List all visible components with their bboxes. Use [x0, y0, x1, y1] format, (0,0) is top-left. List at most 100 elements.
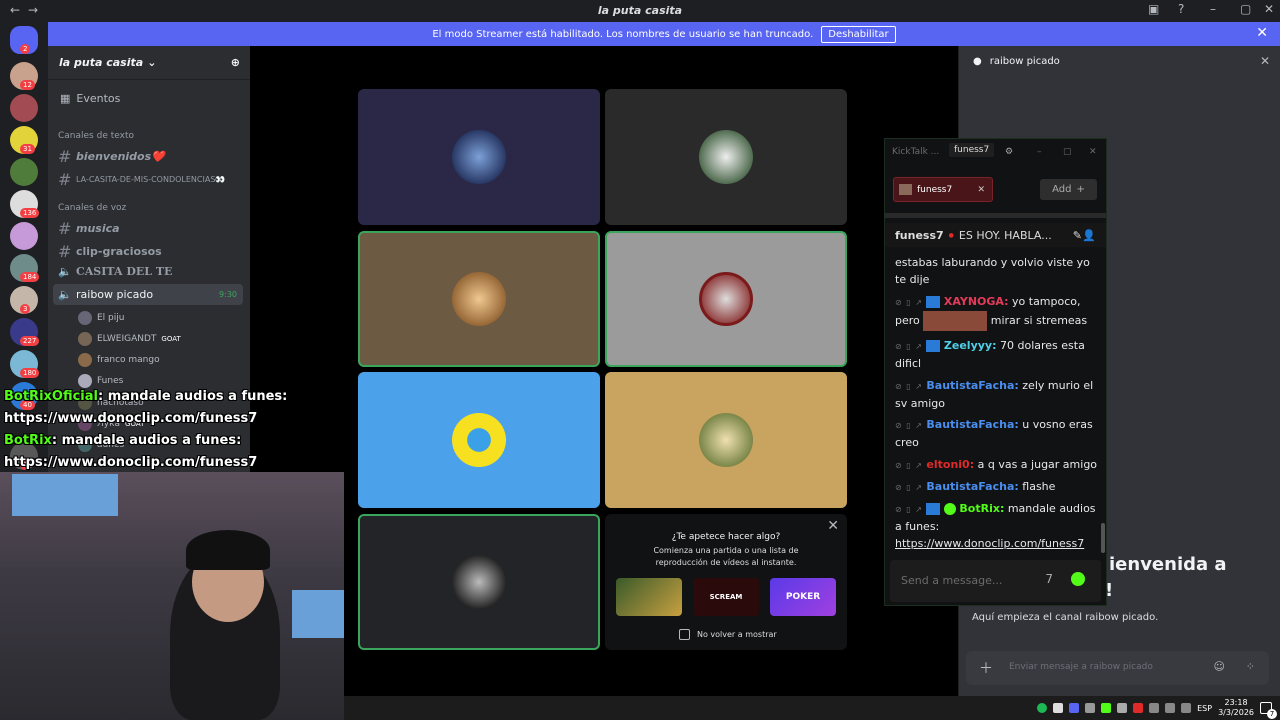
avatar — [452, 130, 506, 184]
guild-header[interactable]: la puta casita ⌄ ⊕ — [48, 46, 250, 80]
wifi-icon[interactable] — [1165, 703, 1176, 713]
participant-tile-speaking[interactable] — [358, 514, 600, 650]
close-icon[interactable]: ✕ — [977, 185, 985, 195]
events-item[interactable]: ▦ Eventos — [60, 92, 120, 105]
inbox-icon[interactable]: ▣ — [1148, 2, 1159, 16]
participant-tile[interactable] — [605, 89, 847, 225]
channel-name: bienvenidos❤️ — [76, 150, 165, 163]
channel-clip-graciosos[interactable]: # clip-graciosos — [58, 242, 162, 261]
emoji-icon[interactable]: ☺ — [1214, 660, 1225, 673]
message-actions-icon[interactable]: ⊘ ▯ ↗ — [895, 342, 923, 351]
chat-username[interactable]: BautistaFacha: — [926, 418, 1018, 431]
channel-musica[interactable]: # musica — [58, 219, 120, 238]
steam-icon[interactable] — [1149, 703, 1160, 713]
channel-raibow-picado[interactable]: 🔈 raibow picado 9:30 — [53, 284, 243, 305]
spotify-icon[interactable] — [1037, 703, 1048, 713]
server-icon[interactable] — [10, 222, 38, 250]
chat-username[interactable]: Zeelyyy: — [944, 339, 997, 352]
kick-icon[interactable] — [1101, 703, 1112, 713]
message-actions-icon[interactable]: ⊘ ▯ ↗ — [895, 461, 923, 470]
pin-icon[interactable]: ✎ — [1073, 229, 1082, 242]
message-actions-icon[interactable]: ⊘ ▯ ↗ — [895, 505, 923, 514]
kicktalk-input[interactable]: Send a message... 7 — [890, 560, 1101, 602]
chat-username[interactable]: BautistaFacha: — [926, 379, 1018, 392]
disable-button[interactable]: Deshabilitar — [821, 25, 896, 43]
chevron-down-icon: ⌄ — [147, 56, 157, 69]
help-icon[interactable]: ? — [1178, 2, 1184, 16]
seventv-icon[interactable]: 7 — [1045, 572, 1053, 586]
voice-category[interactable]: Canales de voz — [58, 203, 126, 213]
tray-app-icon[interactable] — [1085, 703, 1096, 713]
chat-username[interactable]: XAYNOGA: — [944, 295, 1009, 308]
participant-tile[interactable] — [358, 89, 600, 225]
volume-icon[interactable] — [1181, 703, 1192, 713]
discord-icon[interactable] — [1069, 703, 1080, 713]
clock[interactable]: 23:18 3/3/2026 — [1218, 698, 1254, 718]
voice-user[interactable]: El piju — [78, 311, 124, 325]
overlay-line: BotRix: mandale audios a funes: https://… — [4, 430, 304, 474]
message-link[interactable]: https://www.donoclip.com/funess7 — [895, 537, 1084, 550]
message-actions-icon[interactable]: ⊘ ▯ ↗ — [895, 421, 923, 430]
speaker-icon: 🔈 — [58, 265, 72, 278]
checkbox[interactable] — [679, 629, 690, 640]
participant-tile-speaking[interactable] — [605, 231, 847, 367]
chat-message: ⊘ ▯ ↗ BotRix: mandale audios a funes: ht… — [895, 500, 1100, 552]
maximize-icon[interactable]: ▢ — [1240, 2, 1251, 16]
activity-card[interactable] — [616, 578, 682, 616]
tray-app-icon[interactable] — [1117, 703, 1128, 713]
server-icon[interactable] — [10, 94, 38, 122]
add-user-icon[interactable]: ⊕ — [231, 56, 240, 69]
tray-app-icon[interactable] — [1133, 703, 1144, 713]
participant-tile[interactable] — [358, 372, 600, 508]
scrollbar[interactable] — [1101, 523, 1105, 553]
participant-tile[interactable] — [605, 372, 847, 508]
maximize-icon[interactable]: ▢ — [1063, 147, 1072, 157]
language-indicator[interactable]: ESP — [1197, 704, 1212, 713]
avatar — [78, 332, 92, 346]
close-icon[interactable]: ✕ — [1089, 147, 1097, 157]
close-icon[interactable]: ✕ — [1260, 54, 1270, 68]
minimize-icon[interactable]: – — [1210, 2, 1216, 16]
notification-icon[interactable]: 7 — [1260, 702, 1277, 719]
mic-icon[interactable] — [1053, 703, 1064, 713]
banner-text: El modo Streamer está habilitado. Los no… — [432, 28, 814, 40]
plus-icon[interactable]: ＋ — [979, 658, 993, 678]
add-button[interactable]: Add + — [1040, 179, 1097, 200]
tab-funess7[interactable]: funess7 — [949, 143, 995, 157]
emote-picker-icon[interactable] — [1071, 572, 1085, 586]
minimize-icon[interactable]: – — [1037, 147, 1042, 157]
message-actions-icon[interactable]: ⊘ ▯ ↗ — [895, 298, 923, 307]
message-input[interactable]: Enviar mensaje a raibow picado — [1009, 662, 1153, 672]
channel-bienvenidos[interactable]: # bienvenidos❤️ — [58, 147, 165, 166]
dont-show-again[interactable]: No volver a mostrar — [679, 629, 777, 640]
channel-casita-del-te[interactable]: 🔈 CASITA DEL TE — [58, 265, 172, 278]
user-icon[interactable]: 👤 — [1082, 229, 1096, 242]
participant-tile-speaking[interactable] — [358, 231, 600, 367]
activity-card-scream[interactable]: SCREAM — [693, 578, 759, 616]
chat-username[interactable]: eltoni0: — [926, 458, 974, 471]
close-icon[interactable]: ✕ — [1256, 25, 1268, 41]
text-category[interactable]: Canales de texto — [58, 131, 134, 141]
tv-screen — [12, 474, 118, 516]
voice-user[interactable]: ELWEIGANDT GOAT — [78, 332, 181, 346]
server-icon[interactable] — [10, 158, 38, 186]
close-icon[interactable]: ✕ — [1264, 2, 1274, 16]
send-message-input[interactable]: Send a message... — [901, 574, 1002, 587]
chat-username[interactable]: BautistaFacha: — [926, 480, 1018, 493]
message-actions-icon[interactable]: ⊘ ▯ ↗ — [895, 382, 923, 391]
apps-icon[interactable]: ⁘ — [1246, 660, 1255, 673]
channel-name: musica — [76, 222, 120, 235]
avatar — [452, 413, 506, 467]
activity-card-poker[interactable]: POKER — [770, 578, 836, 616]
badge-icon — [926, 296, 941, 308]
chat-username[interactable]: BotRix: — [959, 502, 1004, 515]
emote-image — [923, 311, 988, 331]
message-actions-icon[interactable]: ⊘ ▯ ↗ — [895, 483, 923, 492]
voice-user[interactable]: franco mango — [78, 353, 160, 367]
channel-condolencias[interactable]: # LA-CASITA-DE-MIS-CONDOLENCIAS👀 — [58, 170, 225, 189]
settings-icon[interactable]: ⚙ — [1005, 147, 1013, 157]
plus-icon: + — [1076, 184, 1085, 195]
message-input-box[interactable]: ＋ Enviar mensaje a raibow picado ☺ ⁘ — [966, 651, 1269, 685]
channel-chip[interactable]: funess7 ✕ — [893, 177, 993, 202]
pinned-message[interactable]: funess7 ● ES HOY. HABLA... ✎ 👤 — [885, 223, 1106, 247]
